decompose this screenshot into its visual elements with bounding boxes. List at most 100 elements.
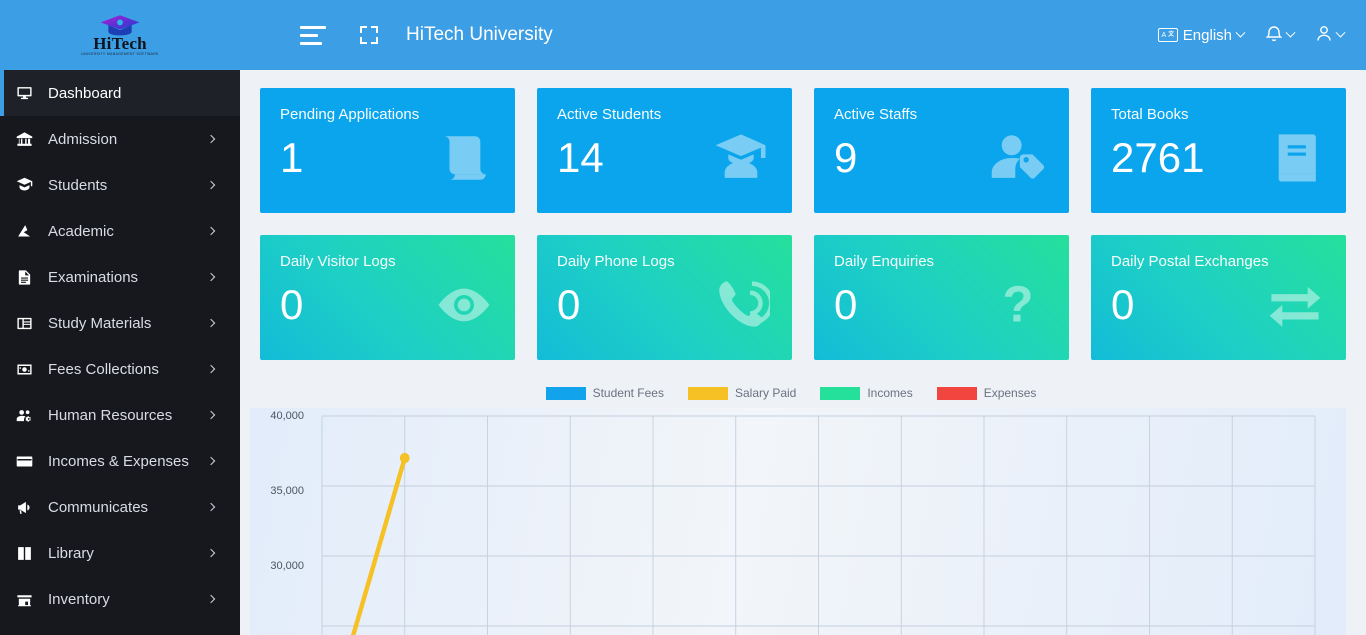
page-title: HiTech University: [406, 24, 553, 45]
legend-item-salary-paid[interactable]: Salary Paid: [687, 386, 797, 400]
legend-label: Salary Paid: [734, 386, 797, 400]
card-icon: [16, 453, 42, 470]
header-actions: A文 English: [1157, 25, 1346, 46]
chart-y-axis: 40,00035,00030,00025,00020,00015,000: [250, 408, 312, 635]
chevron-right-icon: [206, 594, 216, 604]
chart-plot-area[interactable]: [321, 415, 1316, 635]
svg-text:?: ?: [1002, 275, 1033, 331]
graduate-icon: [712, 128, 770, 186]
users-gear-icon: [16, 407, 42, 424]
sidebar-item-study-materials[interactable]: Study Materials: [0, 300, 240, 346]
hamburger-line: [300, 41, 322, 45]
chart-legend: Student Fees Salary Paid Incomes Expenses: [250, 382, 1346, 404]
stat-card-active-staffs[interactable]: Active Staffs 9: [814, 88, 1069, 213]
legend-swatch: [687, 386, 728, 400]
notifications-button[interactable]: [1265, 25, 1296, 46]
y-axis-tick-label: 30,000: [270, 560, 304, 572]
user-tag-icon: [989, 128, 1047, 186]
student-icon: [16, 177, 42, 194]
sidebar-item-label: Fees Collections: [48, 360, 159, 378]
legend-item-student-fees[interactable]: Student Fees: [545, 386, 664, 400]
legend-label: Expenses: [983, 386, 1037, 400]
hamburger-line: [300, 33, 318, 37]
money-icon: [16, 361, 42, 378]
corner-bracket: [360, 37, 367, 44]
academic-icon: [16, 223, 42, 240]
sidebar-item-human-resources[interactable]: Human Resources: [0, 392, 240, 438]
fullscreen-icon[interactable]: [360, 26, 378, 44]
sidebar-item-incomes-expenses[interactable]: Incomes & Expenses: [0, 438, 240, 484]
sidebar-item-label: Incomes & Expenses: [48, 452, 189, 470]
corner-bracket: [360, 26, 367, 33]
top-header-bar: HiTech UNIVERSITY MANAGEMENT SOFTWARE Hi…: [0, 0, 1366, 70]
stat-card-daily-enquiries[interactable]: Daily Enquiries 0?: [814, 235, 1069, 360]
stat-card-title: Daily Enquiries: [834, 253, 935, 270]
stat-card-daily-postal-exchanges[interactable]: Daily Postal Exchanges 0: [1091, 235, 1346, 360]
main-content: Pending Applications 1 Active Students 14 Ac…: [240, 70, 1366, 635]
sidebar-item-examinations[interactable]: Examinations: [0, 254, 240, 300]
legend-label: Student Fees: [592, 386, 664, 400]
chevron-right-icon: [206, 502, 216, 512]
stat-cards-area: Pending Applications 1 Active Students 14 Ac…: [240, 70, 1366, 360]
book-open-icon: [16, 315, 42, 332]
sidebar-item-library[interactable]: Library: [0, 530, 240, 576]
stat-card-daily-visitor-logs[interactable]: Daily Visitor Logs 0: [260, 235, 515, 360]
sidebar-item-label: Examinations: [48, 268, 139, 286]
book-icon: [16, 545, 42, 562]
hamburger-menu-icon[interactable]: [300, 22, 330, 48]
stat-card-title: Pending Applications: [280, 106, 420, 123]
translate-icon: A文: [1157, 28, 1178, 42]
sidebar-item-label: Human Resources: [48, 406, 173, 424]
monitor-icon: [16, 85, 42, 102]
language-selector[interactable]: A文 English: [1157, 26, 1246, 44]
stat-card-total-books[interactable]: Total Books 2761: [1091, 88, 1346, 213]
graduation-cap-icon: [98, 14, 142, 36]
chevron-right-icon: [206, 318, 216, 328]
book-solid-icon: [1266, 128, 1324, 186]
chevron-right-icon: [206, 364, 216, 374]
chevron-down-icon: [1335, 27, 1346, 38]
logo-subtitle: UNIVERSITY MANAGEMENT SOFTWARE: [81, 51, 159, 56]
stat-cards-row-2: Daily Visitor Logs 0 Daily Phone Logs 0 Dail…: [260, 235, 1346, 360]
eye-icon: [435, 275, 493, 333]
profile-button[interactable]: [1316, 25, 1346, 46]
stat-card-daily-phone-logs[interactable]: Daily Phone Logs 0: [537, 235, 792, 360]
chevron-right-icon: [206, 272, 216, 282]
sidebar-item-label: Students: [48, 176, 108, 194]
exchange-icon: [1266, 275, 1324, 333]
stat-card-pending-applications[interactable]: Pending Applications 1: [260, 88, 515, 213]
sidebar-item-communicates[interactable]: Communicates: [0, 484, 240, 530]
hamburger-line: [300, 25, 326, 29]
sidebar-item-label: Dashboard: [48, 84, 122, 102]
legend-item-incomes[interactable]: Incomes: [820, 386, 913, 400]
y-axis-tick-label: 40,000: [270, 410, 304, 422]
legend-swatch: [820, 386, 861, 400]
logo-text: HiTech: [93, 33, 147, 53]
document-icon: [16, 269, 42, 286]
inventory-icon: [16, 591, 42, 608]
stat-card-active-students[interactable]: Active Students 14: [537, 88, 792, 213]
brand-logo[interactable]: HiTech UNIVERSITY MANAGEMENT SOFTWARE: [0, 0, 240, 70]
legend-label: Incomes: [867, 386, 913, 400]
stat-card-title: Total Books: [1111, 106, 1189, 123]
y-axis-tick-label: 35,000: [270, 485, 304, 497]
legend-item-expenses[interactable]: Expenses: [936, 386, 1037, 400]
sidebar-item-inventory[interactable]: Inventory: [0, 576, 240, 622]
stat-card-title: Active Staffs: [834, 106, 918, 123]
sidebar-navigation: Dashboard Admission Students Academic Examin…: [0, 70, 240, 635]
sidebar-item-academic[interactable]: Academic: [0, 208, 240, 254]
sidebar-item-admission[interactable]: Admission: [0, 116, 240, 162]
megaphone-icon: [16, 499, 42, 516]
language-label: English: [1182, 26, 1232, 44]
sidebar-item-fees-collections[interactable]: Fees Collections: [0, 346, 240, 392]
stat-cards-row-1: Pending Applications 1 Active Students 14 Ac…: [260, 88, 1346, 213]
chevron-down-icon: [1235, 27, 1246, 38]
sidebar-item-students[interactable]: Students: [0, 162, 240, 208]
chevron-right-icon: [206, 410, 216, 420]
sidebar-item-label: Academic: [48, 222, 114, 240]
sidebar-item-dashboard[interactable]: Dashboard: [0, 70, 240, 116]
corner-bracket: [371, 37, 378, 44]
sidebar-item-label: Inventory: [48, 590, 110, 608]
legend-swatch: [936, 386, 977, 400]
legend-swatch: [545, 386, 586, 400]
